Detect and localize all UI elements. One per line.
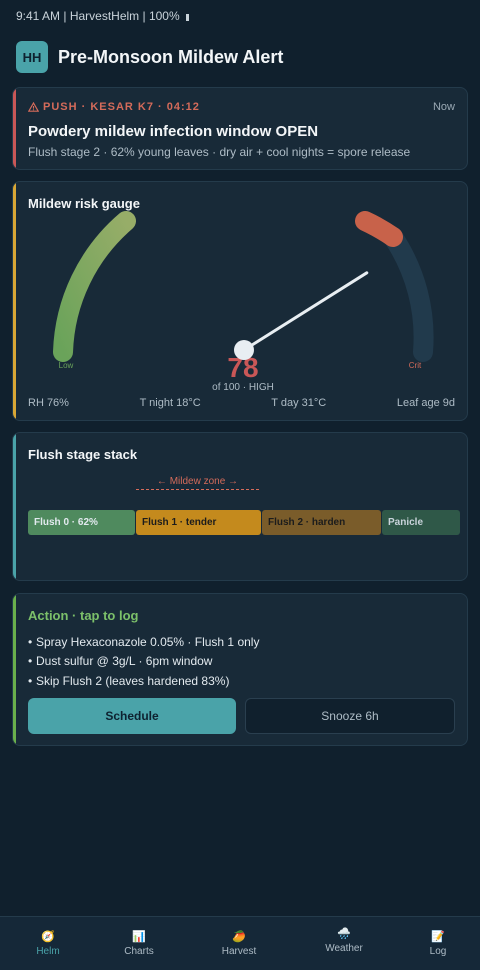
tab-harvest[interactable]: 🥭 Harvest (191, 917, 287, 970)
page-title: Pre-Monsoon Mildew Alert (58, 46, 284, 67)
memo-icon: 📝 (431, 931, 445, 943)
stat-rh: RH 76% (28, 397, 69, 409)
tab-label: Harvest (221, 946, 257, 957)
gauge-stats: RH 76% T night 18°C T day 31°C Leaf age … (28, 397, 455, 409)
status-bar: 9:41 AM | HarvestHelm | 100% (16, 9, 189, 23)
tab-log[interactable]: 📝 Log (390, 917, 480, 970)
tab-weather[interactable]: 🌧️ Weather (296, 917, 392, 970)
flush-segment-label: Panicle (388, 517, 424, 528)
flush-segment-3[interactable]: Panicle (382, 510, 460, 535)
flush-stack: Flush 0 · 62% Flush 1 · tender Flush 2 ·… (28, 510, 460, 535)
action-item-text: Dust sulfur @ 3g/L · 6pm window (36, 654, 213, 669)
stat-leaf-age: Leaf age 9d (396, 397, 455, 409)
tab-charts[interactable]: 📊 Charts (91, 917, 187, 970)
stat-t-day: T day 31°C (271, 397, 327, 409)
gauge-title: Mildew risk gauge (28, 196, 140, 211)
status-text: 9:41 AM | HarvestHelm | 100% (16, 9, 180, 23)
stat-t-night: T night 18°C (139, 397, 201, 409)
action-item: • Dust sulfur @ 3g/L · 6pm window (28, 654, 213, 669)
risk-gauge: Low Crit 78 of 100 · HIGH (53, 211, 434, 393)
rain-cloud-icon: 🌧️ (337, 928, 351, 940)
flush-segment-label: Flush 0 · 62% (34, 517, 98, 528)
action-item: • Spray Hexaconazole 0.05% · Flush 1 only (28, 634, 260, 649)
gauge-needle (242, 271, 369, 352)
push-alert-card[interactable]: PUSH · KESAR K7 · 04:12 Now Powdery mild… (12, 87, 468, 170)
bottom-tab-bar: 🧭 Helm 📊 Charts 🥭 Harvest 🌧️ Weather 📝 L… (0, 916, 480, 970)
battery-icon (185, 13, 189, 21)
flush-segment-2[interactable]: Flush 2 · harden (262, 510, 381, 535)
snooze-button[interactable]: Snooze 6h (245, 698, 455, 734)
action-card: Action · tap to log • Spray Hexaconazole … (12, 593, 468, 746)
push-label: PUSH · KESAR K7 · 04:12 (43, 101, 200, 113)
gauge-crit-label: Crit (409, 361, 422, 370)
tab-label: Log (429, 946, 447, 957)
schedule-button[interactable]: Schedule (28, 698, 236, 734)
warning-icon (28, 102, 39, 112)
push-time: Now (432, 101, 455, 113)
gauge-high-arc (355, 211, 403, 247)
app-header: HH Pre-Monsoon Mildew Alert (16, 41, 283, 73)
mango-icon: 🥭 (232, 931, 246, 943)
flush-segment-label: Flush 1 · tender (142, 517, 217, 528)
action-list: • Spray Hexaconazole 0.05% · Flush 1 only… (28, 632, 259, 691)
tab-helm[interactable]: 🧭 Helm (0, 917, 96, 970)
flush-stage-card: Flush stage stack ← Mildew zone → Flush … (12, 432, 468, 581)
gauge-caption: of 100 · HIGH (212, 382, 274, 393)
push-header: PUSH · KESAR K7 · 04:12 (28, 101, 200, 113)
action-item-text: Spray Hexaconazole 0.05% · Flush 1 only (36, 634, 260, 649)
app-logo: HH (16, 41, 48, 73)
risk-gauge-card: Low Crit 78 of 100 · HIGH Mildew risk ga… (12, 181, 468, 421)
mildew-zone-line (136, 489, 259, 490)
gauge-crit-track (383, 227, 434, 362)
gauge-needle-hub (234, 340, 254, 360)
action-title[interactable]: Action · tap to log (28, 608, 138, 623)
gauge-low-arc (53, 211, 136, 362)
flush-segment-0[interactable]: Flush 0 · 62% (28, 510, 135, 535)
flush-segment-label: Flush 2 · harden (268, 517, 346, 528)
tab-label: Charts (124, 946, 154, 957)
compass-icon: 🧭 (41, 931, 55, 943)
action-item-text: Skip Flush 2 (leaves hardened 83%) (36, 673, 230, 688)
tab-label: Weather (325, 943, 363, 954)
mildew-zone-label: ← Mildew zone → (156, 476, 239, 487)
gauge-low-label: Low (59, 361, 74, 370)
push-body: Flush stage 2 · 62% young leaves · dry a… (28, 145, 411, 159)
flush-segment-1[interactable]: Flush 1 · tender (136, 510, 261, 535)
flush-title: Flush stage stack (28, 447, 138, 462)
action-item: • Skip Flush 2 (leaves hardened 83%) (28, 673, 230, 688)
push-title: Powdery mildew infection window OPEN (28, 123, 319, 140)
tab-label: Helm (36, 946, 60, 957)
chart-icon: 📊 (132, 931, 146, 943)
